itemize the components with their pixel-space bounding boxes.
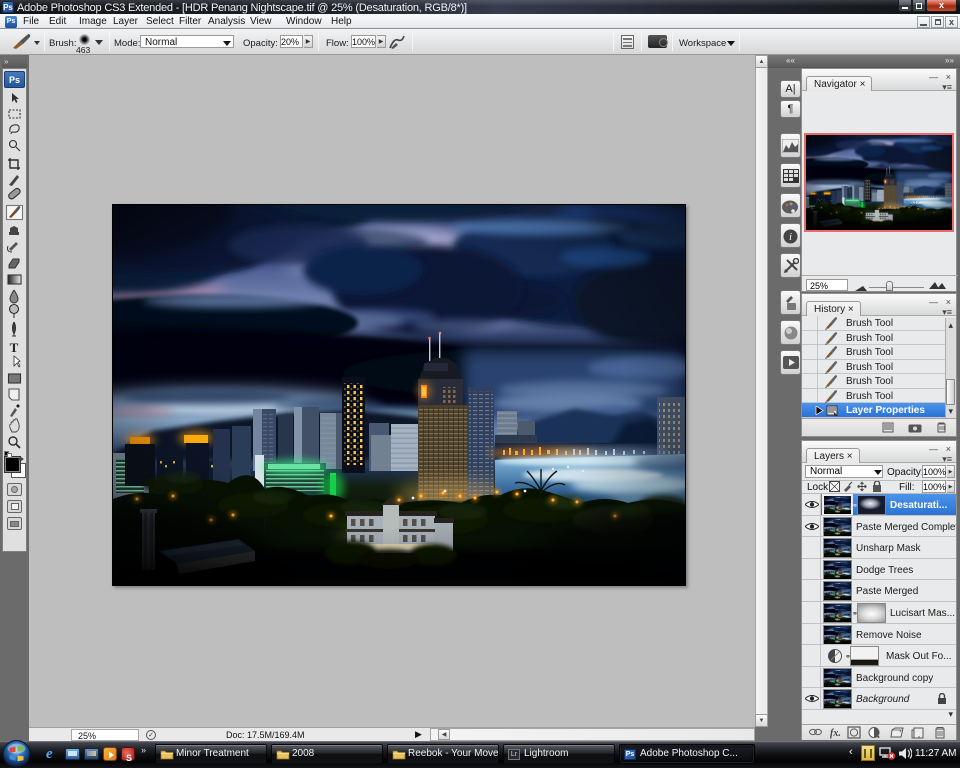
svg-text:T: T [10,340,19,355]
svg-text:fx.: fx. [830,728,841,739]
svg-text:i: i [789,232,792,243]
